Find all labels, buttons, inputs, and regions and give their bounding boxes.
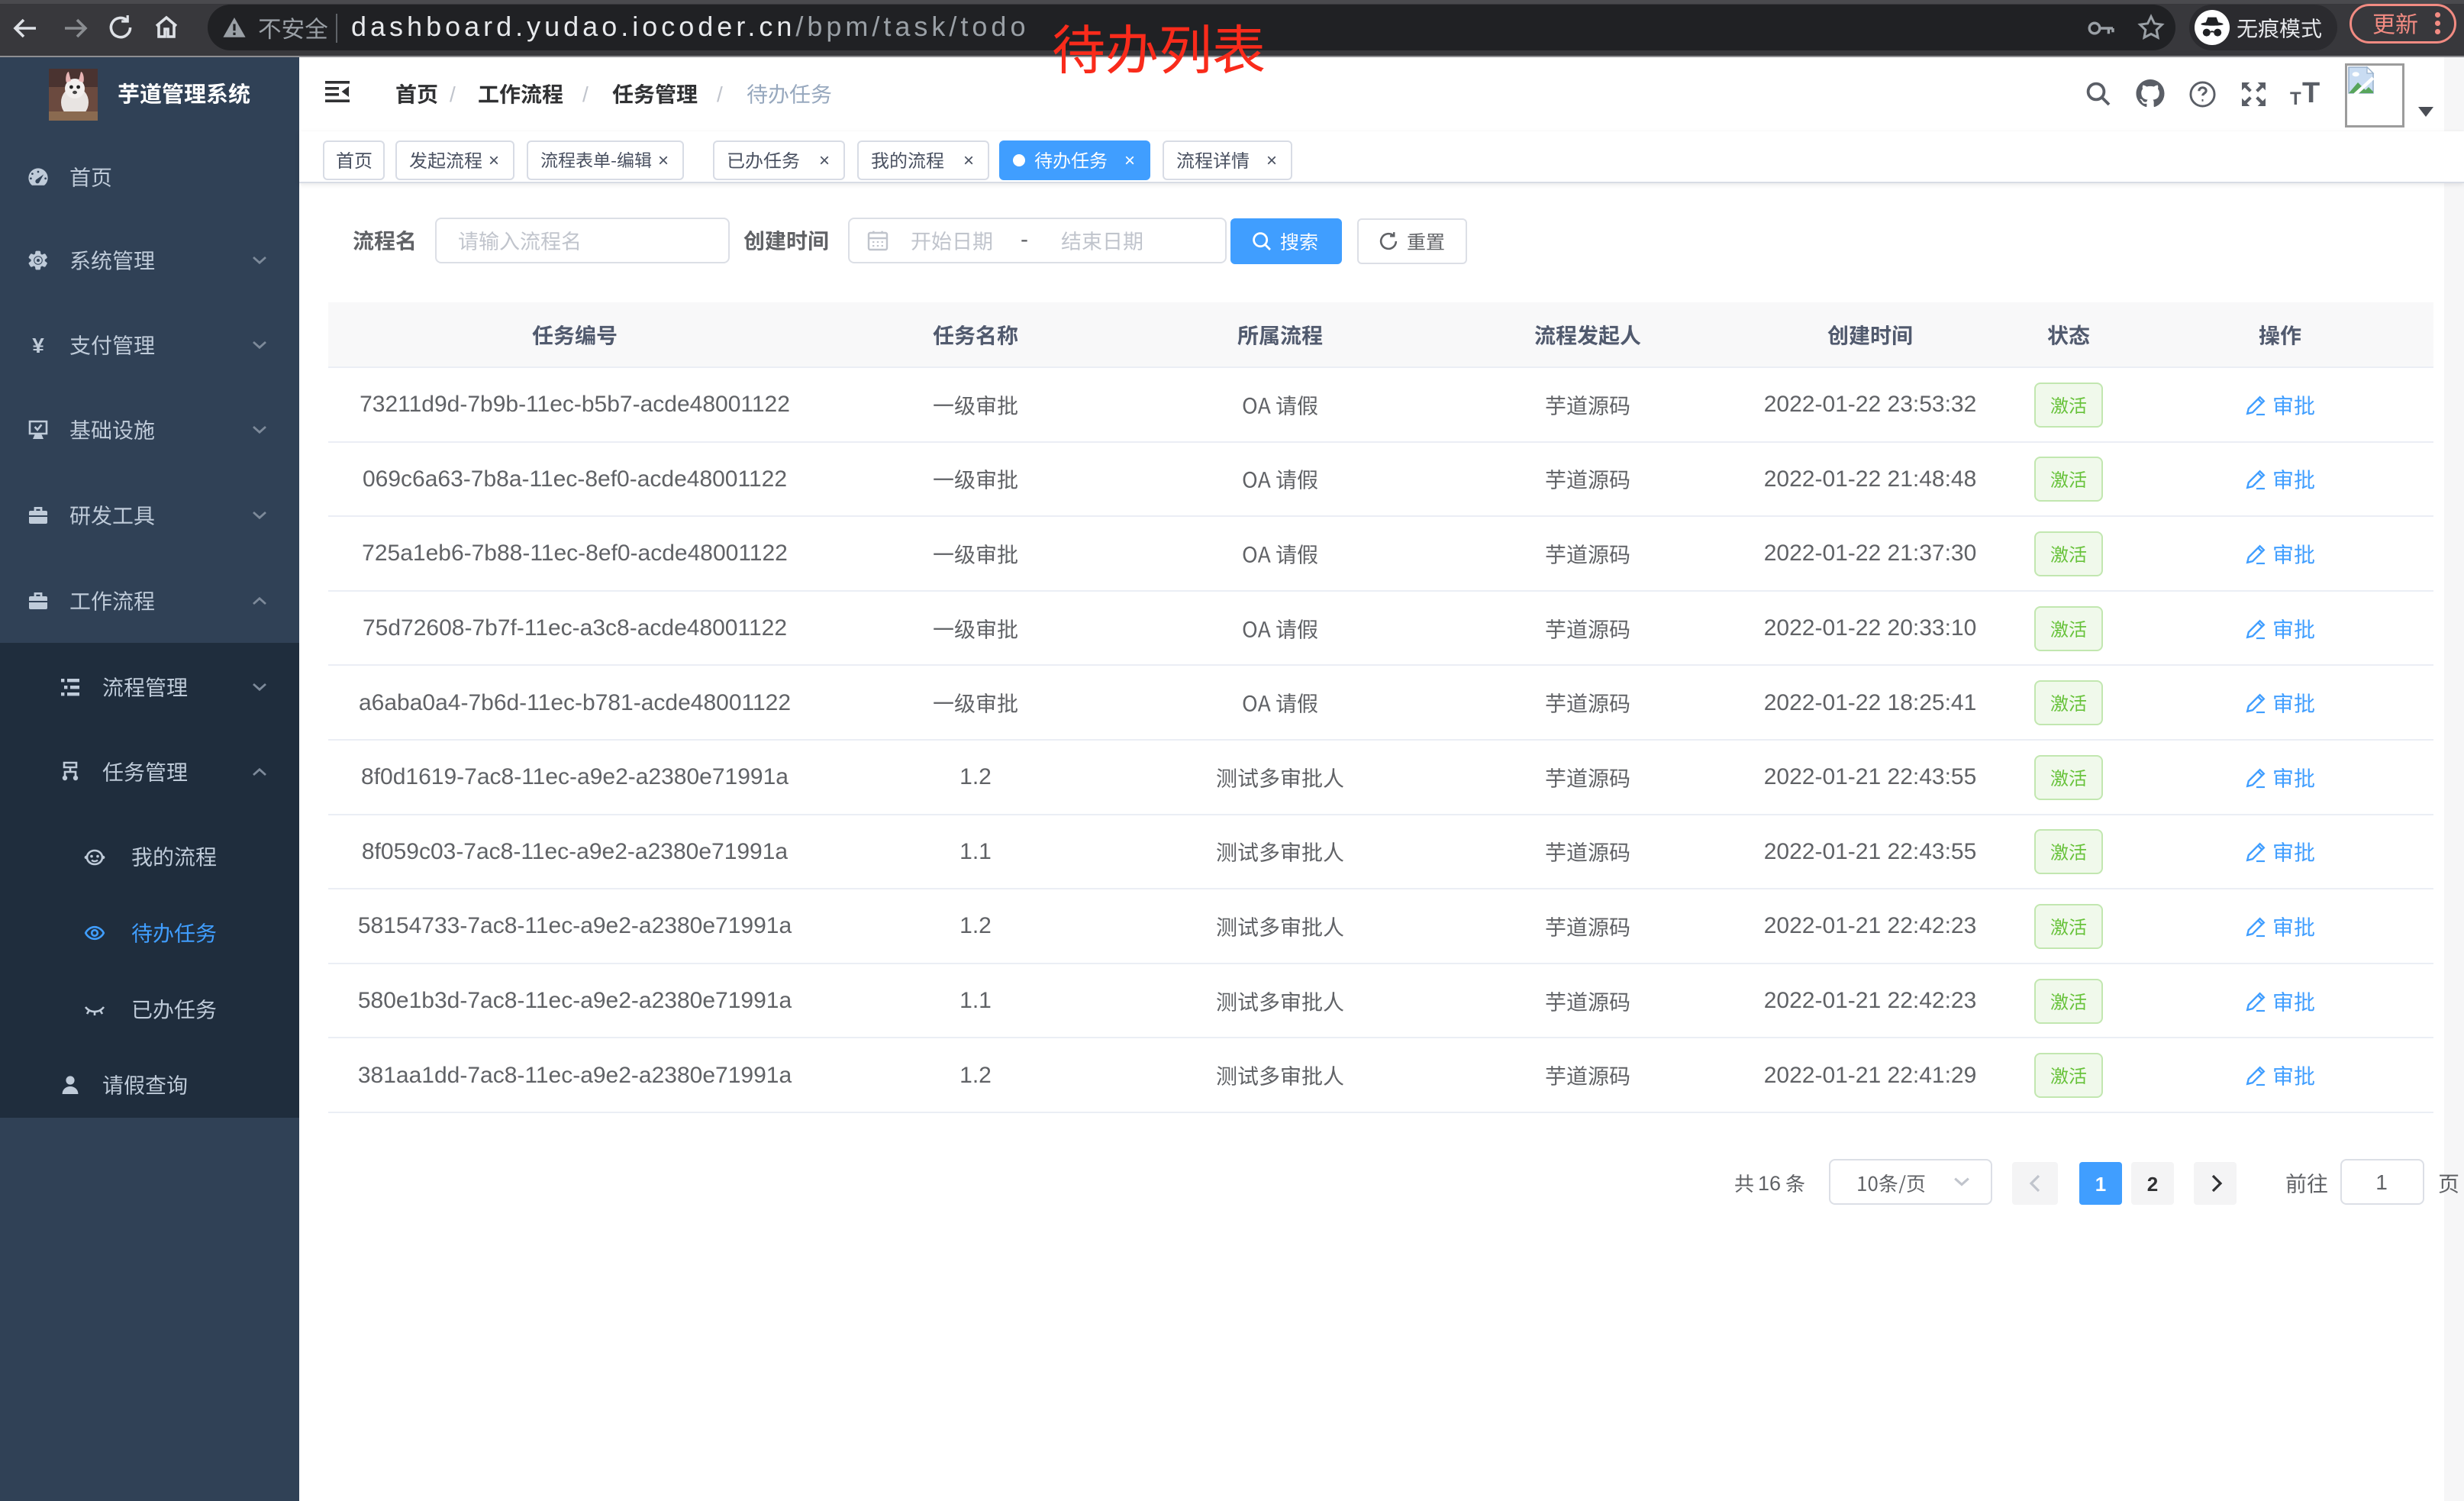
svg-text:¥: ¥: [32, 334, 44, 357]
